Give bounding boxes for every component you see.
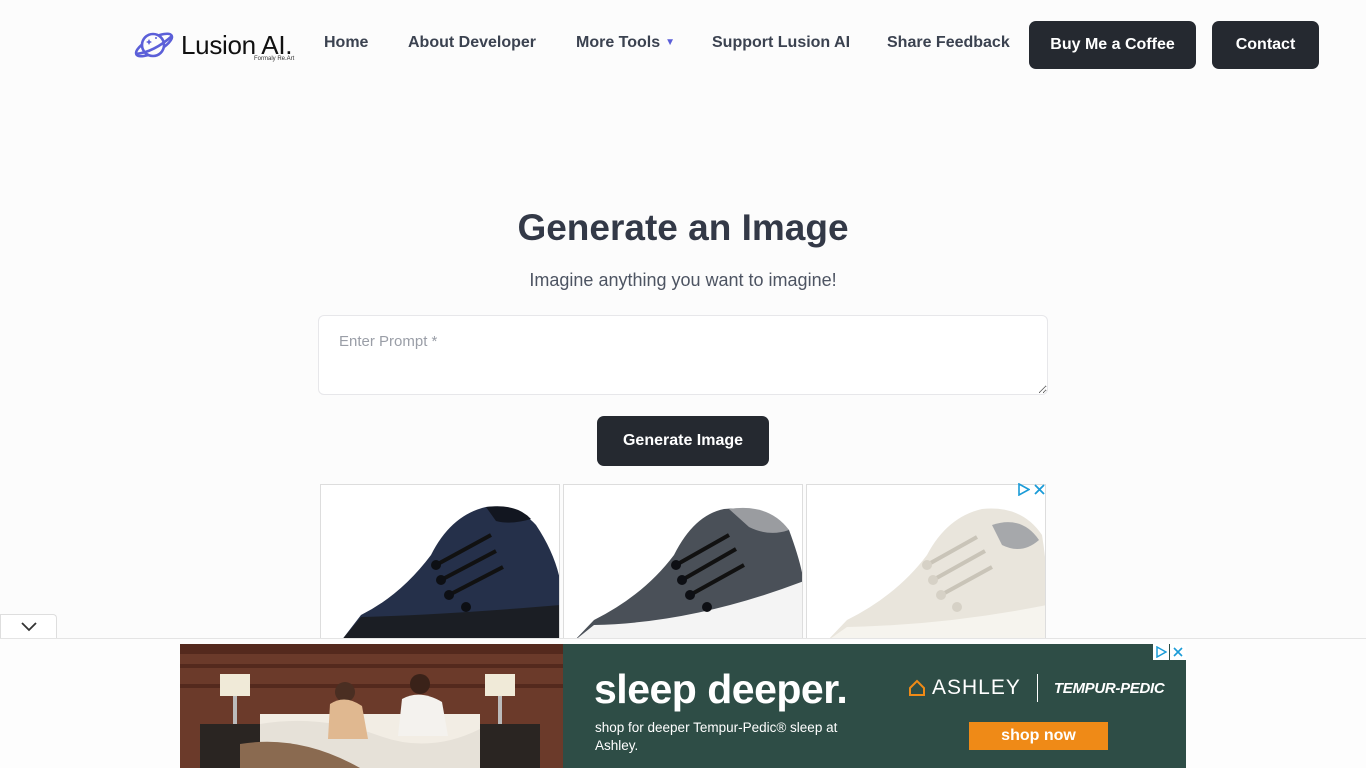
buy-coffee-button[interactable]: Buy Me a Coffee xyxy=(1029,21,1196,69)
shoe-image xyxy=(575,507,802,639)
shoe-image xyxy=(342,506,559,639)
site-header: Lusion AI. Formaly Re.Art Home About Dev… xyxy=(0,0,1366,90)
shoe-ad[interactable] xyxy=(320,484,1046,640)
bottom-banner-ad[interactable]: sleep deeper. shop for deeper Tempur-Ped… xyxy=(180,644,1186,768)
shop-now-button[interactable]: shop now xyxy=(969,722,1108,750)
shoe-ad-item[interactable] xyxy=(806,484,1046,640)
logo-text: Lusion AI. xyxy=(181,30,293,60)
home-icon xyxy=(909,679,925,696)
nav-share-feedback[interactable]: Share Feedback xyxy=(887,34,1010,52)
nav-home[interactable]: Home xyxy=(324,34,368,52)
bedroom-photo xyxy=(180,644,563,768)
ad-close-icon[interactable] xyxy=(1032,482,1046,496)
tempur-pedic-brand: TEMPUR-PEDIC xyxy=(1053,679,1165,697)
brand-separator xyxy=(1036,674,1038,702)
ad-copy: shop for deeper Tempur-Pedic® sleep at A… xyxy=(595,720,838,753)
shoe-ad-item[interactable] xyxy=(563,484,803,640)
ad-close-icon[interactable] xyxy=(1170,644,1186,660)
adchoices-icon[interactable] xyxy=(1153,644,1169,660)
shoe-ad-item[interactable] xyxy=(320,484,560,640)
chevron-down-icon: ▼ xyxy=(665,37,676,48)
nav-more-tools[interactable]: More Tools ▼ xyxy=(576,34,675,52)
collapse-ad-button[interactable] xyxy=(0,614,57,638)
generate-image-button[interactable]: Generate Image xyxy=(597,416,769,466)
planet-logo-icon xyxy=(134,32,174,58)
page-subtitle: Imagine anything you want to imagine! xyxy=(529,270,837,290)
nav-support[interactable]: Support Lusion AI xyxy=(712,34,850,52)
adchoices-icon[interactable] xyxy=(1016,482,1030,496)
nav-about-developer[interactable]: About Developer xyxy=(408,34,536,52)
prompt-input[interactable] xyxy=(318,315,1048,395)
ad-headline: sleep deeper. xyxy=(594,666,848,712)
nav-more-tools-label: More Tools xyxy=(576,34,661,51)
contact-button[interactable]: Contact xyxy=(1212,21,1319,69)
page-title: Generate an Image xyxy=(517,207,849,248)
ad-brand: ASHLEY TEMPUR-PEDIC xyxy=(908,674,1165,702)
shoe-image xyxy=(828,508,1045,639)
logo[interactable]: Lusion AI. Formaly Re.Art xyxy=(132,28,295,62)
chevron-down-icon xyxy=(20,621,37,631)
ashley-brand: ASHLEY xyxy=(932,676,1021,699)
logo-subtext: Formaly Re.Art xyxy=(254,56,295,62)
